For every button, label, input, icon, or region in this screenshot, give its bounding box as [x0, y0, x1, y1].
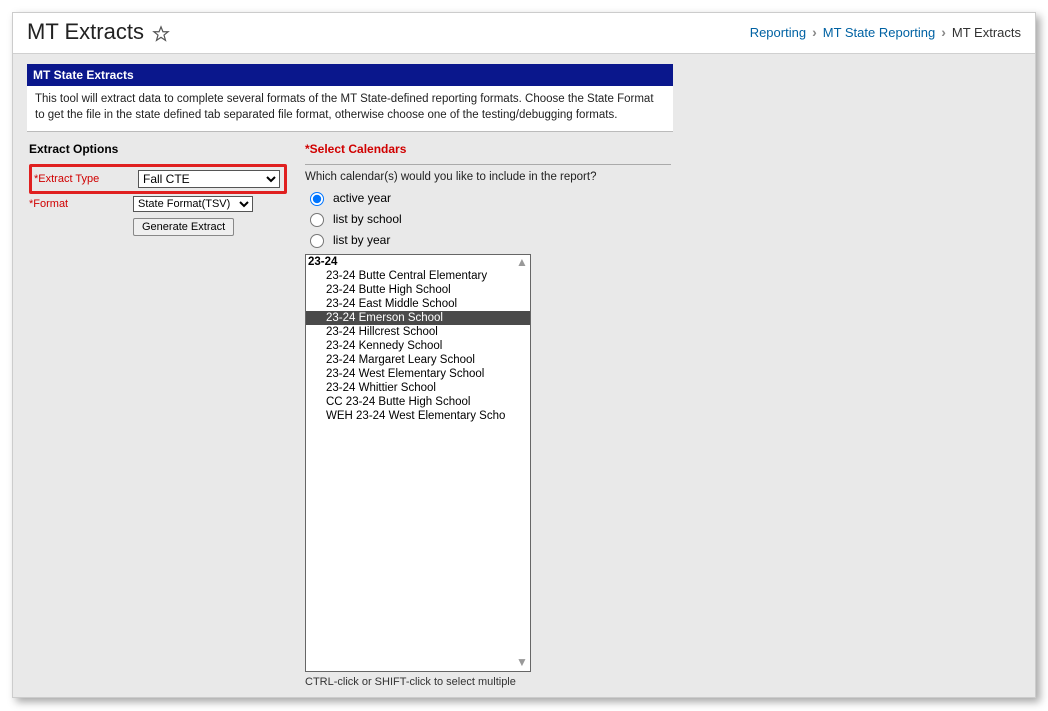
chevron-right-icon: ›: [941, 24, 946, 40]
page-title-text: MT Extracts: [27, 19, 144, 45]
breadcrumb-mt-state-reporting[interactable]: MT State Reporting: [823, 25, 935, 40]
breadcrumb-reporting[interactable]: Reporting: [750, 25, 806, 40]
list-item[interactable]: 23-24 Kennedy School: [306, 339, 530, 353]
radio-active-year-label: active year: [333, 191, 391, 205]
chevron-right-icon: ›: [812, 24, 817, 40]
form-area: Extract Options *Extract Type Fall CTE *…: [27, 132, 673, 688]
list-item[interactable]: CC 23-24 Butte High School: [306, 395, 530, 409]
page-header: MT Extracts Reporting › MT State Reporti…: [13, 13, 1035, 54]
radio-active-year[interactable]: [310, 192, 324, 206]
list-item[interactable]: WEH 23-24 West Elementary Scho: [306, 409, 530, 423]
radio-list-by-year[interactable]: [310, 234, 324, 248]
list-item[interactable]: 23-24 Emerson School: [306, 311, 530, 325]
scroll-down-icon[interactable]: ▼: [515, 656, 529, 670]
calendar-prompt: Which calendar(s) would you like to incl…: [305, 171, 671, 183]
format-select[interactable]: State Format(TSV): [133, 196, 253, 212]
select-calendars-column: *Select Calendars Which calendar(s) woul…: [305, 138, 671, 688]
generate-extract-button[interactable]: Generate Extract: [133, 218, 234, 236]
radio-list-by-school-label: list by school: [333, 212, 402, 226]
format-label: Format: [33, 198, 68, 210]
extract-type-highlight: *Extract Type Fall CTE: [29, 164, 287, 194]
panel-title: MT State Extracts: [27, 64, 673, 86]
app-frame: MT Extracts Reporting › MT State Reporti…: [12, 12, 1036, 698]
list-item[interactable]: 23-24 Butte High School: [306, 283, 530, 297]
panel-description: This tool will extract data to complete …: [27, 86, 673, 132]
list-item[interactable]: 23-24 Margaret Leary School: [306, 353, 530, 367]
favorite-star-icon[interactable]: [152, 23, 170, 41]
page-title: MT Extracts: [27, 19, 170, 45]
breadcrumb: Reporting › MT State Reporting › MT Extr…: [750, 24, 1021, 40]
select-calendars-title: Select Calendars: [310, 142, 407, 156]
extract-type-label: Extract Type: [38, 173, 99, 185]
calendar-listbox[interactable]: ▲ 23-2423-24 Butte Central Elementary23-…: [305, 254, 531, 672]
extract-options-column: Extract Options *Extract Type Fall CTE *…: [29, 138, 287, 236]
extract-options-title: Extract Options: [29, 142, 287, 156]
multiselect-hint: CTRL-click or SHIFT-click to select mult…: [305, 676, 671, 688]
list-item[interactable]: 23-24 Butte Central Elementary: [306, 269, 530, 283]
list-item[interactable]: 23-24 West Elementary School: [306, 367, 530, 381]
list-item[interactable]: 23-24 East Middle School: [306, 297, 530, 311]
list-group-header[interactable]: 23-24: [306, 255, 530, 269]
content-panel: MT State Extracts This tool will extract…: [27, 64, 673, 688]
list-item[interactable]: 23-24 Hillcrest School: [306, 325, 530, 339]
radio-list-by-school[interactable]: [310, 213, 324, 227]
list-item[interactable]: 23-24 Whittier School: [306, 381, 530, 395]
extract-type-select[interactable]: Fall CTE: [138, 170, 280, 188]
radio-list-by-year-label: list by year: [333, 233, 390, 247]
breadcrumb-current: MT Extracts: [952, 25, 1021, 40]
divider: [305, 164, 671, 165]
scroll-up-icon[interactable]: ▲: [515, 256, 529, 270]
